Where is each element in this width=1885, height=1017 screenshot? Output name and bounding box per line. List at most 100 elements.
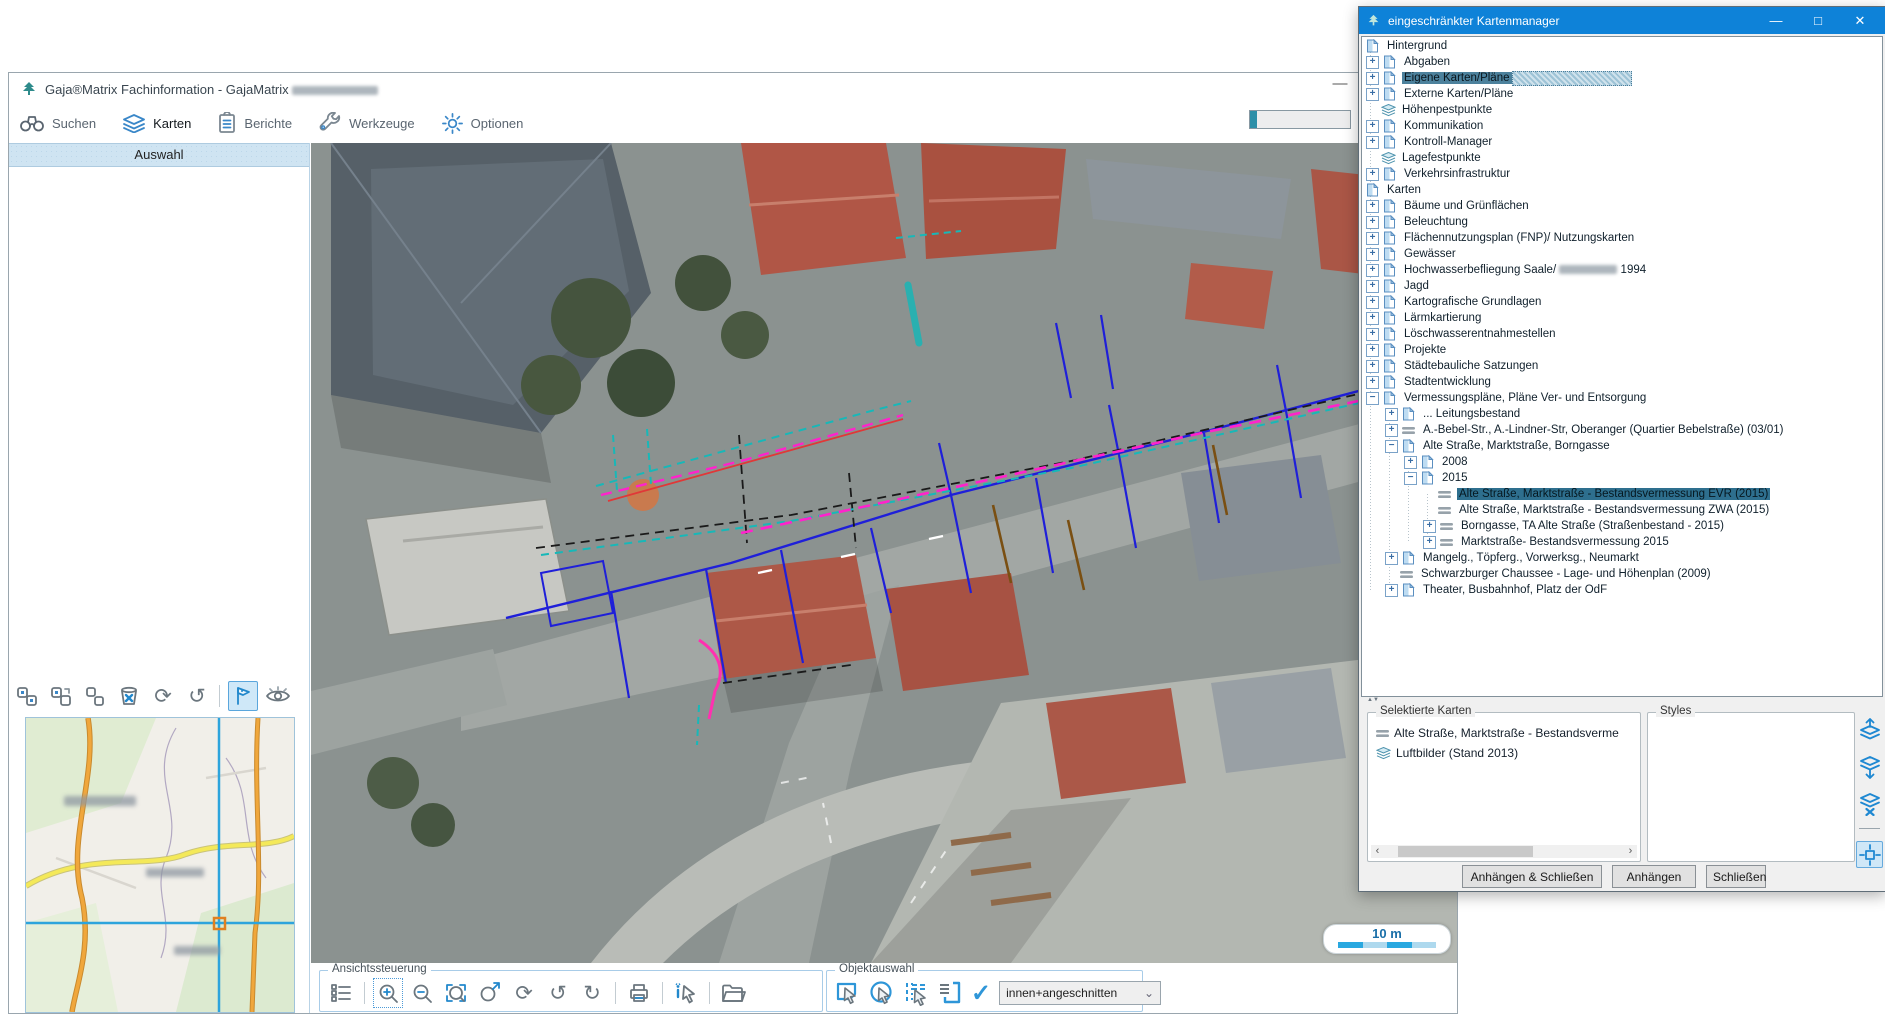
expand-icon[interactable]: + xyxy=(1423,535,1436,549)
undo-view-button[interactable]: ↺ xyxy=(545,980,571,1006)
expand-icon[interactable]: + xyxy=(1366,279,1379,293)
select-new-button[interactable] xyxy=(13,682,41,710)
select-line-button[interactable] xyxy=(903,980,929,1006)
expand-icon[interactable]: + xyxy=(1385,583,1398,597)
print-button[interactable] xyxy=(626,980,652,1006)
tree-item[interactable]: + Abgaben xyxy=(1362,54,1882,70)
tree-item[interactable]: − Vermessungspläne, Pläne Ver- und Entsor… xyxy=(1362,390,1882,406)
tree-item[interactable]: + Bäume und Grünflächen xyxy=(1362,198,1882,214)
tree-item[interactable]: + Städtebauliche Satzungen xyxy=(1362,358,1882,374)
scroll-right-arrow[interactable]: › xyxy=(1624,845,1637,858)
tree-item[interactable]: + Marktstraße- Bestandsvermessung 2015 xyxy=(1362,534,1882,550)
close-button[interactable]: Schließen xyxy=(1706,865,1766,888)
dialog-close-button[interactable]: ✕ xyxy=(1839,7,1881,34)
layer-center-button[interactable] xyxy=(1856,841,1883,868)
splitter-handle[interactable]: ▲▼ xyxy=(1361,697,1885,704)
selection-mode-dropdown[interactable]: innen+angeschnitten ⌄ xyxy=(999,981,1162,1005)
tree-item[interactable]: + Flächennutzungsplan (FNP)/ Nutzungskart… xyxy=(1362,230,1882,246)
tree-item[interactable]: + Kommunikation xyxy=(1362,118,1882,134)
tree-item[interactable]: + Kartografische Grundlagen xyxy=(1362,294,1882,310)
tree-item[interactable]: + Theater, Busbahnhof, Platz der OdF xyxy=(1362,582,1882,598)
collapse-icon[interactable]: − xyxy=(1404,471,1417,485)
expand-icon[interactable]: + xyxy=(1366,375,1379,389)
tree-item[interactable]: + Lärmkartierung xyxy=(1362,310,1882,326)
tree-item[interactable]: + Verkehrsinfrastruktur xyxy=(1362,166,1882,182)
expand-icon[interactable]: + xyxy=(1385,407,1398,421)
tree-item[interactable]: + Eigene Karten/Pläne xyxy=(1362,70,1882,86)
zoom-extent-button[interactable] xyxy=(477,980,503,1006)
tree-item[interactable]: + Borngasse, TA Alte Straße (Straßenbesta… xyxy=(1362,518,1882,534)
expand-icon[interactable]: + xyxy=(1366,247,1379,261)
expand-icon[interactable]: + xyxy=(1385,423,1398,437)
refresh-view-button[interactable]: ⟳ xyxy=(511,980,537,1006)
tree-item[interactable]: + Stadtentwicklung xyxy=(1362,374,1882,390)
toolbar-item-berichte[interactable]: Berichte xyxy=(217,112,292,134)
tree-item[interactable]: + Projekte xyxy=(1362,342,1882,358)
expand-icon[interactable]: + xyxy=(1366,135,1379,149)
selected-map-item[interactable]: Luftbilder (Stand 2013) xyxy=(1368,743,1640,763)
tree-item[interactable]: + Löschwasserentnahmestellen xyxy=(1362,326,1882,342)
show-eye-button[interactable] xyxy=(264,682,292,710)
zoom-window-button[interactable] xyxy=(443,980,469,1006)
tree-item[interactable]: +2008 xyxy=(1362,454,1882,470)
selected-map-item[interactable]: Alte Straße, Marktstraße - Bestandsverme xyxy=(1368,723,1640,743)
tree-item[interactable]: + Jagd xyxy=(1362,278,1882,294)
scroll-left-arrow[interactable]: ‹ xyxy=(1371,845,1384,858)
tree-item[interactable]: + Gewässer xyxy=(1362,246,1882,262)
tree-item[interactable]: + Kontroll-Manager xyxy=(1362,134,1882,150)
toolbar-item-optionen[interactable]: Optionen xyxy=(441,112,523,135)
tree-item[interactable]: + Beleuchtung xyxy=(1362,214,1882,230)
layer-move-down-button[interactable] xyxy=(1857,754,1882,779)
tree-item[interactable]: + A.-Bebel-Str., A.-Lindner-Str, Oberange… xyxy=(1362,422,1882,438)
expand-icon[interactable]: + xyxy=(1423,519,1436,533)
tree-item[interactable]: − Alte Straße, Marktstraße, Borngasse xyxy=(1362,438,1882,454)
select-add-button[interactable] xyxy=(47,682,75,710)
tree-item[interactable]: Schwarzburger Chaussee - Lage- und Höhen… xyxy=(1362,566,1882,582)
toolbar-item-werkzeuge[interactable]: Werkzeuge xyxy=(318,112,415,134)
dialog-titlebar[interactable]: eingeschränkter Kartenmanager — □ ✕ xyxy=(1359,7,1885,34)
collapse-icon[interactable]: − xyxy=(1385,439,1398,453)
select-boxes-button[interactable] xyxy=(81,682,109,710)
expand-icon[interactable]: + xyxy=(1366,263,1379,277)
dialog-minimize-button[interactable]: — xyxy=(1755,7,1797,34)
open-folder-button[interactable] xyxy=(720,980,746,1006)
expand-icon[interactable]: + xyxy=(1366,55,1379,69)
horizontal-scrollbar[interactable]: ‹ › xyxy=(1371,845,1637,858)
zoom-in-button[interactable] xyxy=(373,978,403,1008)
tree-item[interactable]: + Hochwasserbefliegung Saale/ 1994 xyxy=(1362,262,1882,278)
tree-item[interactable]: + Mangelg., Töpferg., Vorwerksg., Neumark… xyxy=(1362,550,1882,566)
expand-icon[interactable]: + xyxy=(1366,231,1379,245)
clear-selection-button[interactable] xyxy=(115,682,143,710)
minimize-button[interactable]: — xyxy=(1325,75,1355,99)
map-view[interactable] xyxy=(311,143,1457,963)
expand-icon[interactable]: + xyxy=(1366,87,1379,101)
scrollbar-thumb[interactable] xyxy=(1398,846,1533,857)
expand-icon[interactable]: + xyxy=(1366,119,1379,133)
expand-icon[interactable]: + xyxy=(1366,199,1379,213)
overview-minimap[interactable] xyxy=(25,717,295,1013)
expand-icon[interactable]: + xyxy=(1404,455,1417,469)
expand-icon[interactable]: + xyxy=(1366,327,1379,341)
dialog-maximize-button[interactable]: □ xyxy=(1797,7,1839,34)
tree-item[interactable]: + Externe Karten/Pläne xyxy=(1362,86,1882,102)
attach-and-close-button[interactable]: Anhängen & Schließen xyxy=(1462,865,1602,888)
tree-item[interactable]: Karten xyxy=(1362,182,1882,198)
undo-selection-button[interactable]: ↺ xyxy=(183,682,211,710)
tree-item[interactable]: Lagefestpunkte xyxy=(1362,150,1882,166)
expand-icon[interactable]: + xyxy=(1366,311,1379,325)
tree-item[interactable]: − 2015 xyxy=(1362,470,1882,486)
select-circle-button[interactable] xyxy=(869,980,895,1006)
refresh-selection-button[interactable]: ⟳ xyxy=(149,682,177,710)
flag-button[interactable] xyxy=(228,681,258,711)
layer-list-button[interactable] xyxy=(328,980,354,1006)
expand-icon[interactable]: + xyxy=(1366,343,1379,357)
layer-move-up-button[interactable] xyxy=(1857,717,1882,742)
tree-item[interactable]: Höhenpestpunkte xyxy=(1362,102,1882,118)
toolbar-item-karten[interactable]: Karten xyxy=(122,113,191,133)
expand-icon[interactable]: + xyxy=(1366,71,1379,85)
attach-button[interactable]: Anhängen xyxy=(1612,865,1696,888)
tree-item[interactable]: + ... Leitungsbestand xyxy=(1362,406,1882,422)
select-polygon-button[interactable] xyxy=(835,980,861,1006)
expand-icon[interactable]: + xyxy=(1366,295,1379,309)
select-list-button[interactable] xyxy=(937,980,963,1006)
